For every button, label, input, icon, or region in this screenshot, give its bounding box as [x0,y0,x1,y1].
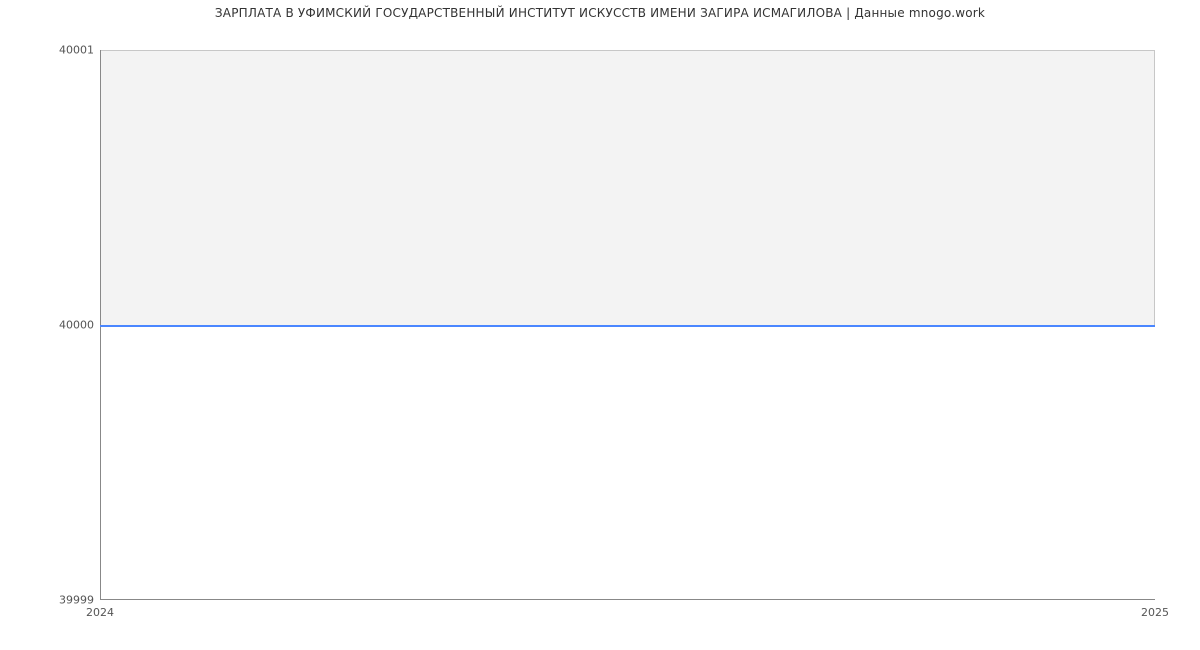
x-tick-label: 2024 [86,600,114,619]
x-axis [100,599,1155,600]
plot-area: 40001 40000 39999 2024 2025 [100,50,1155,600]
x-tick-label: 2025 [1141,600,1169,619]
series-line [100,325,1155,327]
plot-background-upper [100,50,1155,325]
chart-title: ЗАРПЛАТА В УФИМСКИЙ ГОСУДАРСТВЕННЫЙ ИНСТ… [0,6,1200,20]
y-tick-label: 40001 [59,44,100,57]
y-tick-label: 40000 [59,319,100,332]
